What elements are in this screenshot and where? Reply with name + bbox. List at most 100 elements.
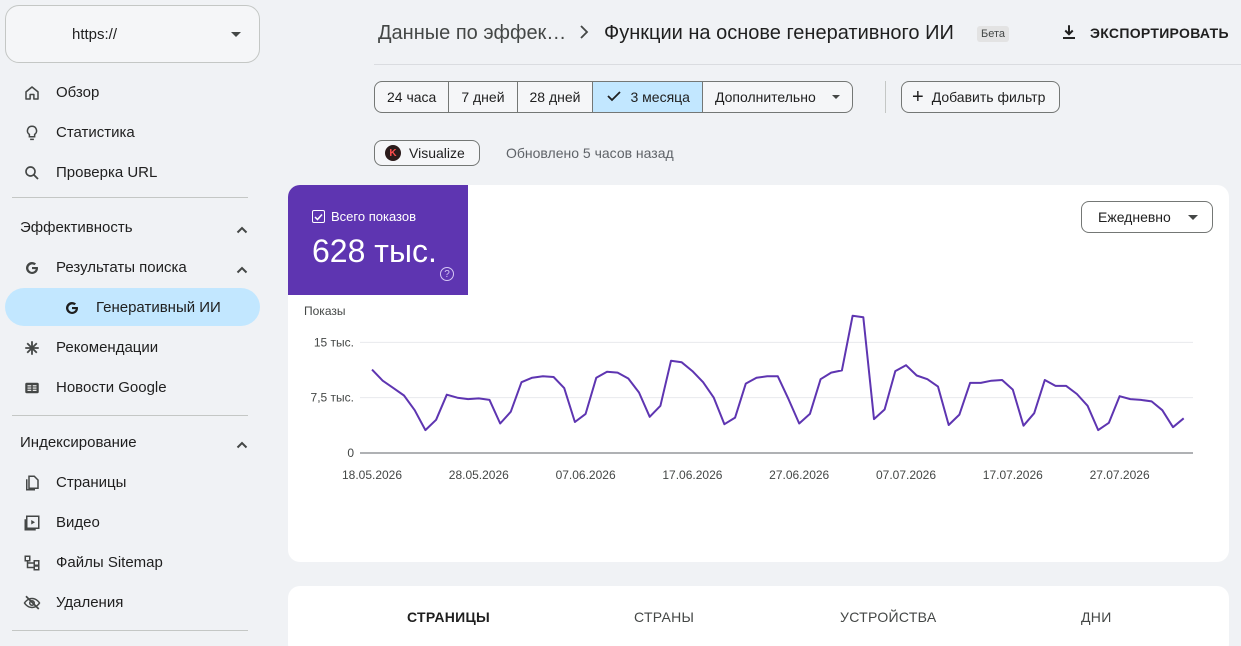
y-tick-label: 15 тыс. xyxy=(314,335,354,349)
beta-badge: Бета xyxy=(977,26,1010,42)
y-tick-label: 7,5 тыс. xyxy=(311,391,354,405)
date-chip-24h[interactable]: 24 часа xyxy=(375,82,450,112)
updated-text: Обновлено 5 часов назад xyxy=(506,145,674,161)
sidebar-divider xyxy=(12,415,248,416)
date-chip-3m[interactable]: 3 месяца xyxy=(593,82,703,112)
chip-label: 28 дней xyxy=(529,89,581,105)
tab-days[interactable]: ДНИ xyxy=(1081,609,1112,625)
add-filter-button[interactable]: + Добавить фильтр xyxy=(901,81,1061,113)
lightbulb-icon xyxy=(22,123,42,143)
date-range-selector: 24 часа 7 дней 28 дней 3 месяца Дополнит… xyxy=(374,81,853,113)
sidebar-item-label: Страницы xyxy=(56,474,127,491)
section-indexing[interactable]: Индексирование xyxy=(20,434,260,451)
date-chip-7d[interactable]: 7 дней xyxy=(449,82,518,112)
property-url: https:// xyxy=(72,26,118,43)
sidebar-item-url-inspection[interactable]: Проверка URL xyxy=(5,153,260,191)
checkbox-checked-icon[interactable] xyxy=(312,210,325,223)
chevron-up-icon xyxy=(236,262,248,279)
add-filter-label: Добавить фильтр xyxy=(931,89,1046,105)
chevron-down-icon xyxy=(231,32,241,37)
page-title: Функции на основе генеративного ИИ xyxy=(604,22,954,44)
sidebar-item-google-news[interactable]: Новости Google xyxy=(5,368,260,406)
tab-devices[interactable]: УСТРОЙСТВА xyxy=(840,609,936,625)
sidebar-item-recommendations[interactable]: Рекомендации xyxy=(5,328,260,366)
eye-off-icon xyxy=(22,593,42,613)
sidebar-item-label: Видео xyxy=(56,514,100,531)
x-tick-label: 28.05.2026 xyxy=(449,468,509,482)
performance-card: Всего показов 628 тыс. ? Ежедневно Показ… xyxy=(288,185,1229,562)
section-label: Эффективность xyxy=(20,219,133,236)
sidebar-item-label: Новости Google xyxy=(56,379,167,396)
chip-label: 7 дней xyxy=(461,89,505,105)
caret-down-icon xyxy=(1188,215,1198,220)
granularity-select[interactable]: Ежедневно xyxy=(1081,201,1213,233)
chevron-right-icon xyxy=(578,24,590,45)
sidebar-item-generative-ai[interactable]: Генеративный ИИ xyxy=(5,288,260,326)
google-g-icon xyxy=(22,258,42,278)
sidebar-item-label: Проверка URL xyxy=(56,164,158,181)
chip-label: 24 часа xyxy=(387,89,437,105)
x-tick-label: 17.07.2026 xyxy=(983,468,1043,482)
sidebar-item-sitemaps[interactable]: Файлы Sitemap xyxy=(5,543,260,581)
impressions-chart: Показы07,5 тыс.15 тыс.23 тыс.18.05.20262… xyxy=(304,305,1193,482)
export-button[interactable]: ЭКСПОРТИРОВАТЬ xyxy=(1060,22,1229,44)
visualize-logo-icon: K xyxy=(385,145,401,161)
video-icon xyxy=(22,513,42,533)
search-icon xyxy=(22,163,42,183)
help-icon[interactable]: ? xyxy=(440,267,454,281)
visualize-button[interactable]: K Visualize xyxy=(374,140,480,166)
sidebar-item-insights[interactable]: Статистика xyxy=(5,113,260,151)
tab-countries[interactable]: СТРАНЫ xyxy=(634,609,694,625)
sitemap-icon xyxy=(22,553,42,573)
date-chip-more[interactable]: Дополнительно xyxy=(703,82,852,112)
y-axis-label: Показы xyxy=(304,305,345,318)
export-label: ЭКСПОРТИРОВАТЬ xyxy=(1090,25,1229,41)
pages-icon xyxy=(22,473,42,493)
download-icon xyxy=(1060,23,1078,44)
metric-total-impressions[interactable]: Всего показов 628 тыс. ? xyxy=(288,185,468,295)
news-icon xyxy=(22,378,42,398)
sidebar-item-label: Файлы Sitemap xyxy=(56,554,163,571)
dimension-tabs: СТРАНИЦЫ СТРАНЫ УСТРОЙСТВА ДНИ xyxy=(288,586,1229,646)
sidebar-item-label: Статистика xyxy=(56,124,135,141)
breadcrumb-parent[interactable]: Данные по эффек… xyxy=(378,22,566,45)
chip-label: 3 месяца xyxy=(630,89,690,105)
visualize-label: Visualize xyxy=(409,145,465,161)
tab-pages[interactable]: СТРАНИЦЫ xyxy=(407,609,490,625)
property-selector[interactable]: https:// xyxy=(5,5,260,63)
chip-label: Дополнительно xyxy=(714,89,816,105)
section-performance[interactable]: Эффективность xyxy=(20,219,260,236)
metric-value: 628 тыс. xyxy=(312,233,437,269)
x-tick-label: 27.07.2026 xyxy=(1090,468,1150,482)
sidebar-item-label: Генеративный ИИ xyxy=(96,299,221,316)
x-tick-label: 17.06.2026 xyxy=(662,468,722,482)
sidebar-item-video[interactable]: Видео xyxy=(5,503,260,541)
sidebar-item-label: Удаления xyxy=(56,594,124,611)
google-g-icon xyxy=(62,298,82,318)
sidebar-item-removals[interactable]: Удаления xyxy=(5,583,260,621)
date-chip-28d[interactable]: 28 дней xyxy=(518,82,594,112)
sidebar-item-label: Обзор xyxy=(56,84,100,101)
sidebar-item-label: Рекомендации xyxy=(56,339,159,356)
chevron-up-icon xyxy=(236,437,248,454)
sidebar-divider xyxy=(12,197,248,198)
toolbar-divider xyxy=(885,81,886,113)
metric-label: Всего показов xyxy=(331,209,416,224)
x-tick-label: 07.06.2026 xyxy=(556,468,616,482)
sidebar-item-pages[interactable]: Страницы xyxy=(5,463,260,501)
x-tick-label: 18.05.2026 xyxy=(342,468,402,482)
sidebar-item-search-results[interactable]: Результаты поиска xyxy=(5,248,260,286)
impressions-series-line xyxy=(371,314,1185,432)
sidebar-item-label: Результаты поиска xyxy=(56,259,187,276)
home-icon xyxy=(22,83,42,103)
caret-down-icon xyxy=(831,95,840,99)
sidebar-item-overview[interactable]: Обзор xyxy=(5,73,260,111)
chevron-up-icon xyxy=(236,222,248,239)
check-icon xyxy=(607,89,622,105)
header-divider xyxy=(374,64,1241,65)
plus-icon: + xyxy=(912,86,924,108)
asterisk-icon xyxy=(22,338,42,358)
x-tick-label: 27.06.2026 xyxy=(769,468,829,482)
sidebar-divider xyxy=(12,630,248,631)
y-tick-label: 0 xyxy=(347,446,354,460)
